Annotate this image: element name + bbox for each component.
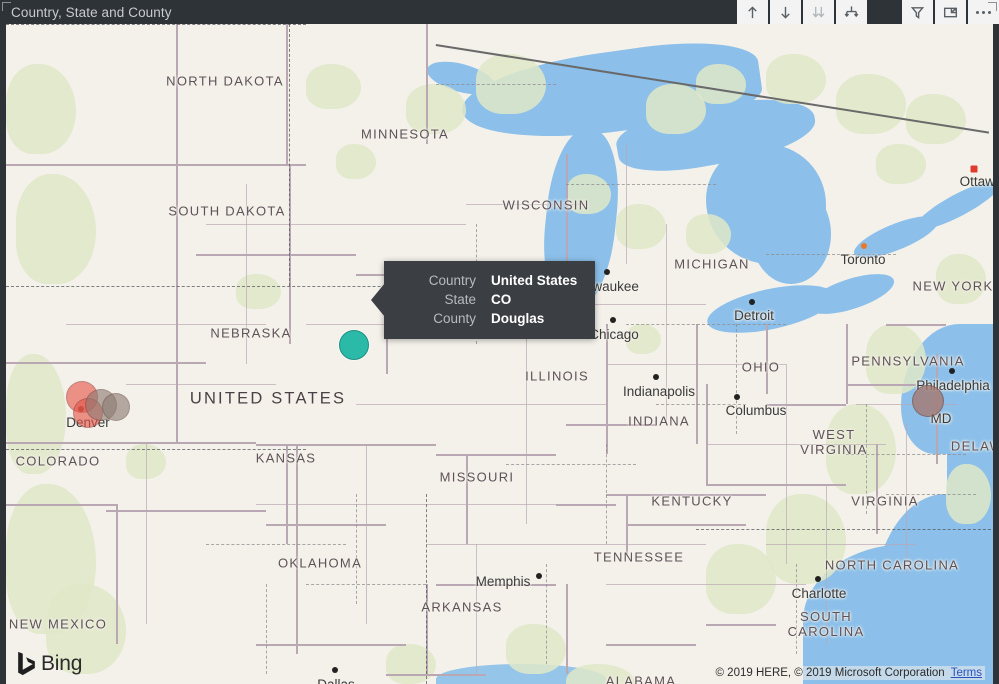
resize-handle-top-right [988,2,997,11]
tooltip-row: State CO [404,292,577,307]
tooltip-field-label: State [444,292,476,307]
tooltip-row: Country United States [404,273,578,288]
tooltip-field-label: County [433,311,476,326]
bing-label: Bing [41,651,83,675]
map-attribution: © 2019 HERE, © 2019 Microsoft Corporatio… [712,666,985,680]
visual-toolbar [735,0,999,24]
tooltip-field-value: CO [491,292,512,307]
page-title: Country, State and County [11,4,172,20]
map-data-bubble[interactable] [912,385,944,417]
drill-up-button[interactable] [735,0,768,24]
visual-header: Country, State and County [0,0,999,24]
map-tooltip: Country United States State CO County Douglas [371,261,596,339]
filters-button[interactable] [900,0,933,24]
drill-hierarchy-icon [844,5,859,17]
drill-down-single-button[interactable] [768,0,801,24]
visual-right-edge [993,24,999,684]
terms-link[interactable]: Terms [951,667,982,679]
resize-handle-top-left [2,2,11,11]
double-arrow-down-icon [812,6,825,18]
tooltip-field-label: Country [428,273,476,288]
expand-next-level-button[interactable] [801,0,834,24]
focus-mode-button[interactable] [933,0,966,24]
visual-left-edge [0,24,6,684]
drill-mode-button[interactable] [834,0,867,24]
arrow-up-icon [748,5,757,18]
funnel-icon [910,6,925,19]
bing-map-canvas[interactable]: NORTH DAKOTA MINNESOTA SOUTH DAKOTA WISCONS… [6,24,993,684]
arrow-down-icon [781,6,790,19]
drill-mode-active-button[interactable] [867,0,900,24]
bing-logo[interactable]: Bing [16,651,82,676]
tooltip-row: County Douglas [404,311,577,326]
focus-expand-icon [943,7,958,17]
tooltip-field-value: United States [491,273,578,288]
tooltip-rows: Country United States State CO County Douglas [404,273,578,326]
tooltip-field-value: Douglas [491,311,545,326]
map-data-bubbles-layer [6,24,993,684]
powerbi-map-visual: Country, State and County NORTH DAKOTA M… [0,0,999,684]
bing-b-icon [18,651,35,676]
tooltip-pointer [371,283,385,317]
map-data-bubble[interactable] [102,393,130,421]
map-data-bubble[interactable] [339,330,369,360]
attribution-text: © 2019 HERE, © 2019 Microsoft Corporatio… [715,667,945,679]
